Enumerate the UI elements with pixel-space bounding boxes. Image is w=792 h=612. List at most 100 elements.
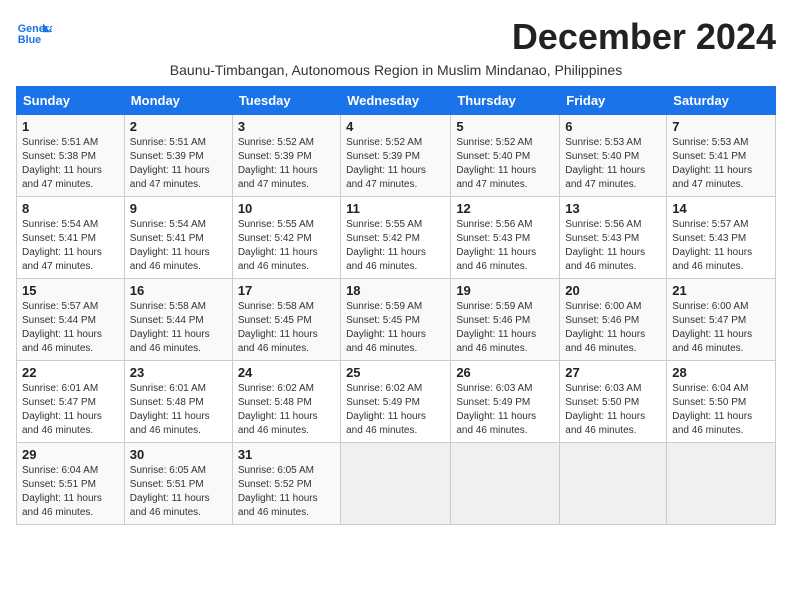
header-row: General Blue December 2024 xyxy=(16,16,776,58)
col-header-thursday: Thursday xyxy=(451,87,560,115)
day-cell: 6 Sunrise: 5:53 AMSunset: 5:40 PMDaylight… xyxy=(560,115,667,197)
day-number: 24 xyxy=(238,365,335,380)
day-info: Sunrise: 6:04 AMSunset: 5:50 PMDaylight:… xyxy=(672,382,770,438)
day-number: 13 xyxy=(565,201,661,216)
day-cell: 8Sunrise: 5:54 AMSunset: 5:41 PMDaylight… xyxy=(17,197,125,279)
day-info: Sunrise: 5:59 AMSunset: 5:45 PMDaylight:… xyxy=(346,300,445,356)
day-number: 25 xyxy=(346,365,445,380)
day-cell: 17 Sunrise: 5:58 AMSunset: 5:45 PMDayligh… xyxy=(232,279,340,361)
day-info: Sunrise: 6:04 AMSunset: 5:51 PMDaylight:… xyxy=(22,464,119,520)
day-info: Sunrise: 5:54 AMSunset: 5:41 PMDaylight:… xyxy=(130,218,227,274)
day-number: 17 xyxy=(238,283,335,298)
day-info: Sunrise: 5:58 AMSunset: 5:45 PMDaylight:… xyxy=(238,300,335,356)
day-cell: 25 Sunrise: 6:02 AMSunset: 5:49 PMDayligh… xyxy=(341,361,451,443)
day-info: Sunrise: 6:03 AMSunset: 5:50 PMDaylight:… xyxy=(565,382,661,438)
week-row-4: 22Sunrise: 6:01 AMSunset: 5:47 PMDayligh… xyxy=(17,361,776,443)
day-number: 11 xyxy=(346,201,445,216)
day-info: Sunrise: 6:00 AMSunset: 5:46 PMDaylight:… xyxy=(565,300,661,356)
day-cell: 23 Sunrise: 6:01 AMSunset: 5:48 PMDayligh… xyxy=(124,361,232,443)
day-info: Sunrise: 5:53 AMSunset: 5:40 PMDaylight:… xyxy=(565,136,661,192)
day-number: 10 xyxy=(238,201,335,216)
svg-text:Blue: Blue xyxy=(18,34,41,46)
day-cell: 3 Sunrise: 5:52 AMSunset: 5:39 PMDaylight… xyxy=(232,115,340,197)
col-header-monday: Monday xyxy=(124,87,232,115)
day-cell xyxy=(667,443,776,525)
day-cell: 21 Sunrise: 6:00 AMSunset: 5:47 PMDayligh… xyxy=(667,279,776,361)
day-cell: 9 Sunrise: 5:54 AMSunset: 5:41 PMDaylight… xyxy=(124,197,232,279)
day-cell: 14 Sunrise: 5:57 AMSunset: 5:43 PMDayligh… xyxy=(667,197,776,279)
month-title: December 2024 xyxy=(512,16,776,58)
day-cell: 31 Sunrise: 6:05 AMSunset: 5:52 PMDayligh… xyxy=(232,443,340,525)
day-info: Sunrise: 6:05 AMSunset: 5:51 PMDaylight:… xyxy=(130,464,227,520)
day-number: 20 xyxy=(565,283,661,298)
day-number: 2 xyxy=(130,119,227,134)
day-number: 3 xyxy=(238,119,335,134)
day-info: Sunrise: 5:52 AMSunset: 5:39 PMDaylight:… xyxy=(238,136,335,192)
day-number: 31 xyxy=(238,447,335,462)
day-cell: 27 Sunrise: 6:03 AMSunset: 5:50 PMDayligh… xyxy=(560,361,667,443)
day-info: Sunrise: 5:52 AMSunset: 5:39 PMDaylight:… xyxy=(346,136,445,192)
col-header-wednesday: Wednesday xyxy=(341,87,451,115)
day-cell: 12Sunrise: 5:56 AMSunset: 5:43 PMDayligh… xyxy=(451,197,560,279)
day-number: 19 xyxy=(456,283,554,298)
day-cell: 1 Sunrise: 5:51 AMSunset: 5:38 PMDaylight… xyxy=(17,115,125,197)
calendar-header-row: SundayMondayTuesdayWednesdayThursdayFrid… xyxy=(17,87,776,115)
day-cell: 10 Sunrise: 5:55 AMSunset: 5:42 PMDayligh… xyxy=(232,197,340,279)
day-cell: 29 Sunrise: 6:04 AMSunset: 5:51 PMDayligh… xyxy=(17,443,125,525)
logo-icon: General Blue xyxy=(16,16,52,52)
day-number: 26 xyxy=(456,365,554,380)
day-info: Sunrise: 5:51 AMSunset: 5:39 PMDaylight:… xyxy=(130,136,227,192)
day-number: 28 xyxy=(672,365,770,380)
week-row-2: 8Sunrise: 5:54 AMSunset: 5:41 PMDaylight… xyxy=(17,197,776,279)
day-info: Sunrise: 6:05 AMSunset: 5:52 PMDaylight:… xyxy=(238,464,335,520)
col-header-saturday: Saturday xyxy=(667,87,776,115)
day-info: Sunrise: 5:59 AMSunset: 5:46 PMDaylight:… xyxy=(456,300,554,356)
day-number: 9 xyxy=(130,201,227,216)
day-info: Sunrise: 5:51 AMSunset: 5:38 PMDaylight:… xyxy=(22,136,119,192)
day-info: Sunrise: 6:02 AMSunset: 5:48 PMDaylight:… xyxy=(238,382,335,438)
location-title: Baunu-Timbangan, Autonomous Region in Mu… xyxy=(16,62,776,78)
day-cell xyxy=(341,443,451,525)
day-number: 4 xyxy=(346,119,445,134)
col-header-friday: Friday xyxy=(560,87,667,115)
day-cell xyxy=(560,443,667,525)
day-info: Sunrise: 5:57 AMSunset: 5:44 PMDaylight:… xyxy=(22,300,119,356)
day-info: Sunrise: 6:00 AMSunset: 5:47 PMDaylight:… xyxy=(672,300,770,356)
day-cell: 19 Sunrise: 5:59 AMSunset: 5:46 PMDayligh… xyxy=(451,279,560,361)
day-number: 18 xyxy=(346,283,445,298)
day-number: 14 xyxy=(672,201,770,216)
day-info: Sunrise: 5:58 AMSunset: 5:44 PMDaylight:… xyxy=(130,300,227,356)
day-cell: 16 Sunrise: 5:58 AMSunset: 5:44 PMDayligh… xyxy=(124,279,232,361)
day-info: Sunrise: 5:53 AMSunset: 5:41 PMDaylight:… xyxy=(672,136,770,192)
day-number: 30 xyxy=(130,447,227,462)
week-row-3: 15Sunrise: 5:57 AMSunset: 5:44 PMDayligh… xyxy=(17,279,776,361)
day-info: Sunrise: 5:57 AMSunset: 5:43 PMDaylight:… xyxy=(672,218,770,274)
day-cell: 24 Sunrise: 6:02 AMSunset: 5:48 PMDayligh… xyxy=(232,361,340,443)
day-cell: 4 Sunrise: 5:52 AMSunset: 5:39 PMDaylight… xyxy=(341,115,451,197)
day-cell: 15Sunrise: 5:57 AMSunset: 5:44 PMDayligh… xyxy=(17,279,125,361)
day-cell xyxy=(451,443,560,525)
day-info: Sunrise: 6:02 AMSunset: 5:49 PMDaylight:… xyxy=(346,382,445,438)
day-cell: 11 Sunrise: 5:55 AMSunset: 5:42 PMDayligh… xyxy=(341,197,451,279)
day-number: 16 xyxy=(130,283,227,298)
day-cell: 26 Sunrise: 6:03 AMSunset: 5:49 PMDayligh… xyxy=(451,361,560,443)
day-number: 29 xyxy=(22,447,119,462)
day-info: Sunrise: 5:55 AMSunset: 5:42 PMDaylight:… xyxy=(238,218,335,274)
day-info: Sunrise: 5:56 AMSunset: 5:43 PMDaylight:… xyxy=(456,218,554,274)
day-cell: 13Sunrise: 5:56 AMSunset: 5:43 PMDayligh… xyxy=(560,197,667,279)
day-info: Sunrise: 6:01 AMSunset: 5:48 PMDaylight:… xyxy=(130,382,227,438)
day-number: 5 xyxy=(456,119,554,134)
col-header-sunday: Sunday xyxy=(17,87,125,115)
day-number: 23 xyxy=(130,365,227,380)
day-info: Sunrise: 5:55 AMSunset: 5:42 PMDaylight:… xyxy=(346,218,445,274)
day-cell: 2 Sunrise: 5:51 AMSunset: 5:39 PMDaylight… xyxy=(124,115,232,197)
day-number: 21 xyxy=(672,283,770,298)
logo: General Blue xyxy=(16,16,52,52)
day-cell: 28 Sunrise: 6:04 AMSunset: 5:50 PMDayligh… xyxy=(667,361,776,443)
day-info: Sunrise: 5:54 AMSunset: 5:41 PMDaylight:… xyxy=(22,218,119,274)
day-info: Sunrise: 6:03 AMSunset: 5:49 PMDaylight:… xyxy=(456,382,554,438)
day-number: 1 xyxy=(22,119,119,134)
day-cell: 5Sunrise: 5:52 AMSunset: 5:40 PMDaylight… xyxy=(451,115,560,197)
day-number: 27 xyxy=(565,365,661,380)
day-number: 6 xyxy=(565,119,661,134)
